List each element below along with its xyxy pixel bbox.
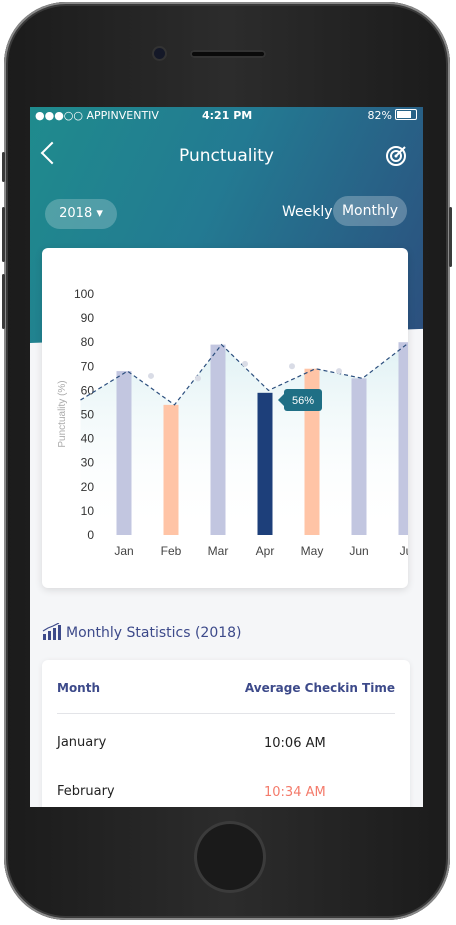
volume-up-button [2,207,5,262]
app-screen: ●●●○○ APPINVENTIV 4:21 PM 82% Punctualit… [30,107,423,807]
x-tick-label: Jun [349,544,368,558]
x-tick-label: Mar [208,544,229,558]
x-tick-label: Jan [114,544,133,558]
y-tick-label: 30 [81,456,95,470]
trend-marker [195,375,201,382]
row-time-late: 10:34 AM [264,785,326,800]
status-bar: ●●●○○ APPINVENTIV 4:21 PM 82% [30,107,423,125]
home-button[interactable] [197,824,263,890]
battery-indicator: 82% [368,109,417,122]
mute-switch [2,152,5,182]
header-divider [57,713,395,714]
tooltip-value: 56% [292,395,314,407]
trend-marker [289,363,295,370]
carrier-label: ●●●○○ APPINVENTIV [35,109,159,122]
chart-card: 100 90 80 70 60 50 40 30 20 10 0 Punctuality (%) Jan… [42,248,408,588]
bar [116,371,132,535]
battery-percent: 82% [367,109,392,122]
battery-icon [395,109,417,120]
y-tick-label: 100 [74,287,94,301]
punctuality-chart: 1009080706050403020100Punctuality (%)Jan… [57,287,408,558]
checkin-table: Month Average Checkin Time January 10:06… [42,660,410,807]
statistics-title: Monthly Statistics (2018) [66,625,242,641]
earpiece-speaker [190,50,266,58]
row-time: 10:06 AM [264,736,326,751]
front-camera [154,48,165,59]
y-tick-label: 40 [81,432,95,446]
monthly-statistics-heading: Monthly Statistics (2018) [42,622,242,641]
x-tick-label: Feb [161,544,182,558]
y-tick-label: 90 [81,311,95,325]
x-tick-label: Ju [400,544,408,558]
row-month: January [57,735,107,750]
trend-marker [148,372,154,379]
volume-down-button [2,274,5,329]
bar-chart-icon [42,622,61,640]
y-tick-label: 80 [81,335,95,349]
page-title: Punctuality [179,146,274,166]
bar [210,344,226,535]
trend-marker [242,360,248,367]
y-tick-label: 0 [87,528,94,542]
y-axis-label: Punctuality (%) [57,380,68,447]
bar [257,392,273,535]
x-tick-label: May [301,544,324,558]
y-tick-label: 10 [81,504,95,518]
power-button [449,207,452,267]
row-month: February [57,784,115,799]
column-header-time: Average Checkin Time [244,681,395,695]
bar [398,342,408,535]
trend-marker [336,368,342,375]
bar [163,404,179,535]
year-dropdown[interactable]: 2018 ▾ [45,199,117,229]
bar [351,378,367,535]
y-tick-label: 20 [81,480,95,494]
column-header-month: Month [57,681,101,695]
y-tick-label: 50 [81,408,95,422]
target-icon[interactable] [385,145,407,167]
tab-monthly[interactable]: Monthly [333,196,407,226]
y-tick-label: 70 [81,359,95,373]
x-tick-label: Apr [256,544,275,558]
clock: 4:21 PM [202,109,253,122]
tab-weekly[interactable]: Weekly [282,204,333,220]
